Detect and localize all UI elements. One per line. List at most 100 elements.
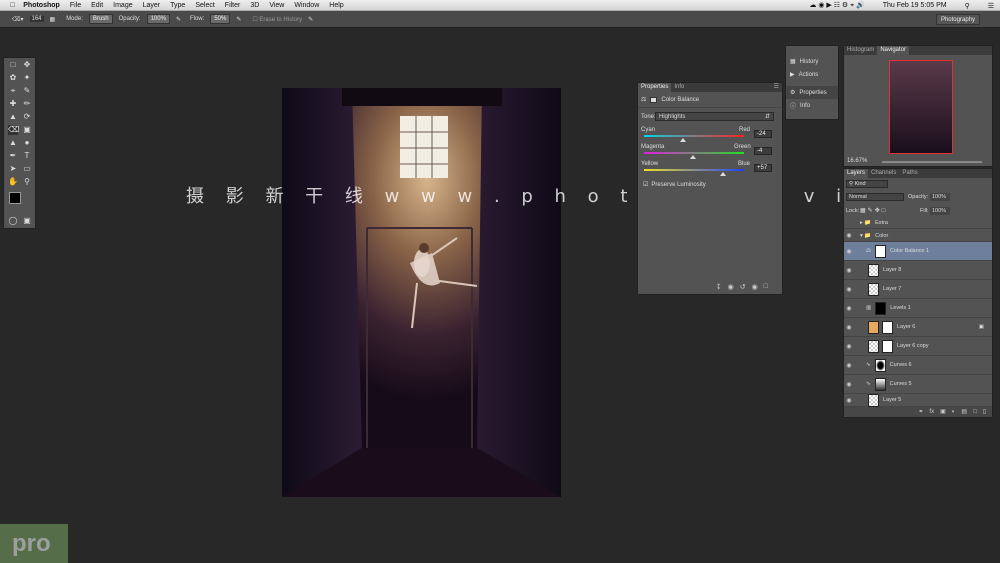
eye-icon[interactable]: ◉ — [844, 381, 854, 388]
clock[interactable]: Thu Feb 19 5:05 PM — [883, 2, 947, 9]
layer-filter-select[interactable]: ⚲ Kind — [846, 180, 888, 188]
eye-icon[interactable]: ◉ — [844, 324, 854, 331]
layer-opacity-field[interactable]: 100% — [930, 193, 950, 201]
pressure-opacity-icon[interactable]: ✎ — [176, 16, 181, 23]
eyedropper-icon[interactable]: ✎ — [22, 86, 32, 96]
panel-info[interactable]: ⓘ Info — [786, 99, 838, 112]
layer-group-color[interactable]: ◉ ▾ 📁 Color — [844, 230, 992, 242]
mask-icon[interactable] — [650, 96, 658, 103]
shape-tool-icon[interactable]: ▭ — [22, 164, 32, 174]
tab-channels[interactable]: Channels — [868, 169, 899, 178]
clip-to-layer-icon[interactable]: ↧ — [716, 283, 722, 291]
layer-row[interactable]: ◉ Layer 6 copy — [844, 337, 992, 356]
layer-row[interactable]: ◉ ∿ Curves 5 — [844, 375, 992, 394]
hand-tool-icon[interactable]: ✋ — [8, 177, 18, 187]
slider-magenta-green-value[interactable]: -4 — [754, 147, 772, 155]
slider-yellow-blue-track[interactable] — [644, 169, 744, 171]
eye-icon[interactable]: ◉ — [844, 362, 854, 369]
trash-icon[interactable]: ▯ — [983, 407, 986, 417]
navigator-zoom[interactable]: 16.67% — [847, 158, 867, 164]
tab-properties[interactable]: Properties — [638, 83, 672, 92]
brush-size[interactable]: 164 — [29, 16, 44, 22]
panel-properties[interactable]: ⚙ Properties — [786, 86, 838, 99]
document-canvas[interactable] — [282, 88, 561, 497]
menu-filter[interactable]: Filter — [225, 2, 241, 9]
slider-magenta-green-track[interactable] — [644, 152, 744, 154]
history-brush-icon[interactable]: ⟳ — [22, 112, 32, 122]
menu-3d[interactable]: 3D — [250, 2, 259, 9]
menu-select[interactable]: Select — [195, 2, 214, 9]
airbrush-icon[interactable]: ✎ — [236, 16, 241, 23]
pen-tool-icon[interactable]: ✒ — [8, 151, 18, 161]
lasso-tool-icon[interactable]: ✿ — [8, 73, 18, 83]
eye-icon[interactable]: ◉ — [844, 232, 854, 239]
new-group-icon[interactable]: ▤ — [961, 407, 967, 417]
eye-icon[interactable]: ◉ — [844, 343, 854, 350]
preserve-checkbox[interactable]: ☑ — [643, 181, 648, 188]
quick-mask-icon[interactable]: ◯ — [8, 216, 18, 226]
tab-layers[interactable]: Layers — [844, 169, 869, 178]
healing-icon[interactable]: ✚ — [8, 99, 18, 109]
panel-history[interactable]: ▦ History — [786, 55, 838, 68]
gradient-tool-icon[interactable]: ▣ — [22, 125, 32, 135]
quick-select-icon[interactable]: ✦ — [22, 73, 32, 83]
layer-group-extra[interactable]: ▸ 📁 Extra — [844, 217, 992, 229]
slider-cyan-red-thumb[interactable] — [680, 138, 686, 142]
stamp-tool-icon[interactable]: ▲ — [8, 112, 18, 122]
menu-image[interactable]: Image — [113, 2, 132, 9]
type-tool-icon[interactable]: T — [22, 151, 32, 161]
tab-info[interactable]: Info — [671, 83, 687, 92]
search-icon[interactable]: ⚲ — [965, 2, 970, 10]
slider-magenta-green-thumb[interactable] — [690, 155, 696, 159]
fx-icon[interactable]: fx — [929, 407, 934, 417]
brush-panel-icon[interactable]: ▦ — [50, 16, 56, 23]
list-icon[interactable]: ☰ — [988, 2, 994, 10]
new-layer-icon[interactable]: □ — [973, 407, 977, 417]
marquee-tool-icon[interactable]: □ — [8, 60, 18, 70]
erase-history-checkbox[interactable]: ☐ Erase to History — [252, 16, 302, 23]
status-icons[interactable]: ☁ ◉ ▶ ☷ ⚙ ⌖ 🔊 — [809, 1, 864, 10]
layer-row[interactable]: ◉ Layer 8 — [844, 261, 992, 280]
add-mask-icon[interactable]: ▣ — [940, 407, 946, 417]
screen-mode-icon[interactable]: ▣ — [22, 216, 32, 226]
panel-menu-icon[interactable]: ☰ — [774, 83, 782, 92]
reset-icon[interactable]: ↺ — [740, 283, 746, 291]
navigator-zoom-slider[interactable] — [882, 161, 982, 163]
visibility-icon[interactable]: ◉ — [752, 283, 758, 291]
eraser-tool-icon[interactable]: ⌫▾ — [12, 16, 24, 23]
layer-row[interactable]: ◉ Layer 5 — [844, 393, 992, 407]
foreground-color-swatch[interactable] — [9, 192, 21, 204]
view-previous-icon[interactable]: ◉ — [728, 283, 734, 291]
eraser-tool-icon-active[interactable]: ⌫ — [8, 125, 19, 135]
crop-tool-icon[interactable]: ⌖ — [8, 86, 18, 96]
move-tool-icon[interactable]: ✥ — [22, 60, 32, 70]
mode-select[interactable]: Brush — [88, 14, 113, 24]
apple-icon[interactable]:  — [10, 2, 15, 9]
path-select-icon[interactable]: ➤ — [8, 164, 18, 174]
dodge-tool-icon[interactable]: ● — [22, 138, 32, 148]
eye-icon[interactable]: ◉ — [844, 397, 854, 404]
eye-icon[interactable]: ◉ — [844, 248, 854, 255]
slider-cyan-red-track[interactable] — [644, 135, 744, 137]
menu-layer[interactable]: Layer — [143, 2, 161, 9]
app-menu[interactable]: Photoshop — [23, 2, 60, 9]
link-icon[interactable]: ⚭ — [918, 407, 923, 417]
menu-view[interactable]: View — [269, 2, 284, 9]
layer-row[interactable]: ◉ ▥ Levels 1 — [844, 299, 992, 318]
eye-icon[interactable]: ◉ — [844, 286, 854, 293]
preserve-luminosity[interactable]: ☑ Preserve Luminosity — [643, 181, 706, 189]
navigator-preview[interactable] — [889, 60, 953, 154]
menu-type[interactable]: Type — [170, 2, 185, 9]
menu-edit[interactable]: Edit — [91, 2, 103, 9]
panel-actions[interactable]: ▶ Actions — [786, 68, 838, 81]
menu-window[interactable]: Window — [294, 2, 319, 9]
tab-navigator[interactable]: Navigator — [877, 46, 910, 55]
flow-field[interactable]: 50% — [210, 14, 231, 24]
layer-row[interactable]: ◉ Layer 7 — [844, 280, 992, 299]
layer-row[interactable]: ◉ Layer 6 ▣ — [844, 318, 992, 337]
slider-cyan-red-value[interactable]: -24 — [754, 130, 772, 138]
zoom-tool-icon[interactable]: ⚲ — [22, 177, 32, 187]
eye-icon[interactable]: ◉ — [844, 267, 854, 274]
pressure-size-icon[interactable]: ✎ — [308, 16, 313, 23]
workspace-select[interactable]: Photography — [935, 14, 980, 25]
